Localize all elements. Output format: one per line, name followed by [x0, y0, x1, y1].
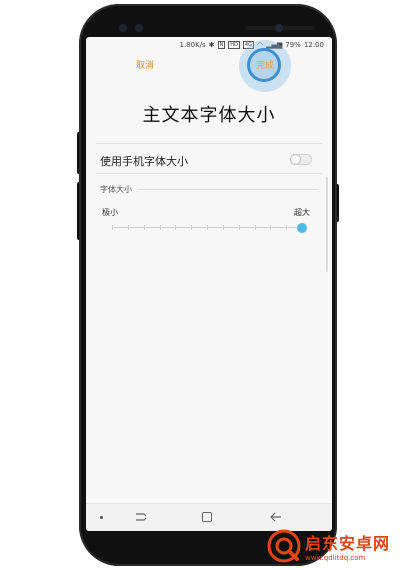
slider-tick — [143, 225, 145, 230]
done-button[interactable]: 完成 — [256, 58, 274, 71]
slider-tick — [254, 225, 256, 230]
slider-tick — [222, 225, 224, 230]
use-phone-font-label: 使用手机字体大小 — [100, 155, 188, 168]
slider-tick — [191, 225, 193, 230]
front-sensor — [119, 24, 127, 32]
clock: 12:00 — [303, 41, 324, 49]
scroll-indicator[interactable] — [326, 177, 328, 272]
divider — [96, 173, 322, 174]
slider-thumb[interactable] — [297, 223, 307, 233]
network-speed: 1.80K/s — [179, 41, 206, 49]
back-icon[interactable] — [269, 511, 283, 523]
slider-tick — [112, 225, 113, 230]
front-camera — [275, 24, 283, 32]
nfc-badge: N — [217, 41, 226, 49]
toggle-knob — [290, 154, 301, 165]
slider-tick — [207, 225, 208, 230]
battery-percent: 79% — [285, 41, 301, 49]
top-bar — [86, 53, 332, 83]
page-title: 主文本字体大小 — [142, 105, 276, 126]
menu-dot-icon[interactable] — [100, 516, 103, 519]
watermark-logo-icon — [267, 529, 301, 563]
slider-tick — [175, 225, 177, 230]
app-screen: 1.80K/s ✱ N HD 4G ◠ ▂▄▆ 79% 12:00 取消 完成 … — [86, 37, 332, 531]
hd-badge: HD — [228, 41, 240, 49]
front-sensor — [135, 24, 143, 32]
font-size-slider[interactable] — [112, 222, 307, 234]
recent-apps-icon[interactable] — [134, 511, 148, 523]
slider-min-label: 极小 — [102, 208, 118, 217]
slider-tick — [127, 225, 129, 230]
font-size-section-label: 字体大小 — [100, 185, 132, 194]
divider — [96, 143, 322, 144]
slider-tick — [238, 225, 240, 230]
watermark-url: www.qdlitdq.com — [305, 554, 366, 562]
slider-tick — [270, 225, 272, 230]
cancel-button[interactable]: 取消 — [136, 58, 154, 71]
watermark-name: 启东安卓网 — [305, 534, 391, 553]
home-icon[interactable] — [202, 512, 212, 522]
slider-tick — [159, 225, 161, 230]
bluetooth-icon: ✱ — [208, 41, 215, 49]
use-phone-font-toggle[interactable] — [290, 154, 312, 165]
status-bar: 1.80K/s ✱ N HD 4G ◠ ▂▄▆ 79% 12:00 — [86, 37, 332, 53]
section-divider — [138, 189, 318, 190]
slider-tick — [286, 225, 288, 230]
slider-max-label: 超大 — [294, 208, 310, 217]
watermark: 启东安卓网 www.qdlitdq.com — [267, 525, 397, 567]
